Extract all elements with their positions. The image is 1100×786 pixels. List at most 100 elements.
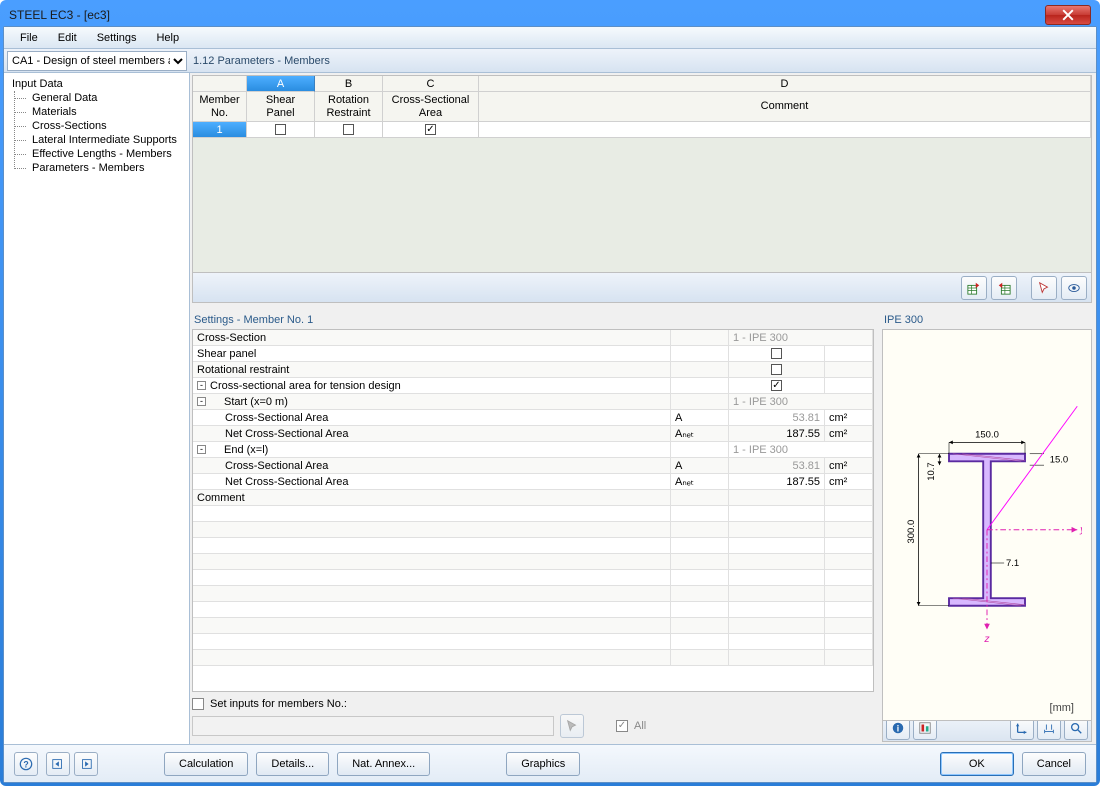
settings-row-empty — [193, 522, 873, 538]
tree-item-materials[interactable]: Materials — [22, 105, 183, 119]
row1-comment-cell[interactable] — [479, 122, 1091, 138]
row1-csa-checkbox[interactable] — [425, 124, 436, 135]
settings-row-empty — [193, 506, 873, 522]
settings-checkbox[interactable] — [771, 348, 782, 359]
settings-row-empty — [193, 554, 873, 570]
close-icon — [1062, 9, 1074, 21]
menu-help[interactable]: Help — [146, 29, 189, 47]
settings-sym — [671, 378, 729, 393]
ok-button[interactable]: OK — [940, 752, 1014, 776]
settings-row-empty — [193, 618, 873, 634]
body: Input Data General Data Materials Cross-… — [4, 73, 1096, 744]
settings-sym — [671, 394, 729, 409]
close-button[interactable] — [1045, 5, 1091, 25]
settings-sym — [671, 490, 729, 505]
help-button[interactable]: ? — [14, 752, 38, 776]
settings-row-empty — [193, 602, 873, 618]
settings-checkbox[interactable] — [771, 364, 782, 375]
settings-val[interactable]: 53.81 — [729, 458, 825, 473]
app-window: STEEL EC3 - [ec3] File Edit Settings Hel… — [0, 0, 1100, 786]
section-diagram: 150.0 15.0 10.7 — [892, 380, 1082, 670]
settings-val[interactable]: 1 - IPE 300 — [729, 394, 873, 409]
settings-row[interactable]: Net Cross-Sectional AreaAₙₑₜ187.55cm² — [193, 426, 873, 442]
tree-item-lateral-supports[interactable]: Lateral Intermediate Supports — [22, 133, 183, 147]
settings-grid[interactable]: Cross-Section1 - IPE 300Shear panelRotat… — [192, 329, 874, 692]
calculation-button[interactable]: Calculation — [164, 752, 248, 776]
settings-panel: Settings - Member No. 1 Cross-Section1 -… — [192, 311, 874, 742]
settings-val[interactable] — [729, 490, 825, 505]
row1-csa-cell[interactable] — [383, 122, 479, 138]
settings-val[interactable]: 187.55 — [729, 474, 825, 489]
row1-shear-cell[interactable] — [247, 122, 315, 138]
settings-sym — [671, 442, 729, 457]
pick-member-button[interactable] — [1031, 276, 1057, 300]
settings-row[interactable]: Cross-Sectional AreaA53.81cm² — [193, 458, 873, 474]
pick-members-button[interactable] — [560, 714, 584, 738]
members-grid[interactable]: A B C D Member No. Shear Panel Rotation … — [192, 75, 1092, 273]
settings-row[interactable]: Rotational restraint — [193, 362, 873, 378]
settings-val[interactable]: 1 - IPE 300 — [729, 442, 873, 457]
settings-label: -Cross-sectional area for tension design — [193, 378, 671, 393]
settings-row[interactable]: Cross-Sectional AreaA53.81cm² — [193, 410, 873, 426]
col-A-letter[interactable]: A — [247, 76, 315, 92]
export-table-button[interactable] — [961, 276, 987, 300]
settings-val[interactable]: 1 - IPE 300 — [729, 330, 873, 345]
tree-item-cross-sections[interactable]: Cross-Sections — [22, 119, 183, 133]
row1-rot-checkbox[interactable] — [343, 124, 354, 135]
settings-row[interactable]: -End (x=l)1 - IPE 300 — [193, 442, 873, 458]
cancel-button[interactable]: Cancel — [1022, 752, 1086, 776]
settings-row[interactable]: Cross-Section1 - IPE 300 — [193, 330, 873, 346]
tree-item-general[interactable]: General Data — [22, 91, 183, 105]
set-inputs-checkbox[interactable] — [192, 698, 204, 710]
axis-y: y — [1079, 525, 1082, 536]
settings-row[interactable]: Comment — [193, 490, 873, 506]
set-inputs-label: Set inputs for members No.: — [210, 698, 347, 710]
settings-val[interactable]: 53.81 — [729, 410, 825, 425]
settings-sym — [671, 362, 729, 377]
settings-unit — [825, 490, 873, 505]
menu-settings[interactable]: Settings — [87, 29, 147, 47]
settings-row-empty — [193, 570, 873, 586]
settings-check-cell[interactable] — [729, 378, 825, 393]
settings-row[interactable]: -Cross-sectional area for tension design — [193, 378, 873, 394]
settings-row[interactable]: Shear panel — [193, 346, 873, 362]
settings-check-cell[interactable] — [729, 362, 825, 377]
nat-annex-button[interactable]: Nat. Annex... — [337, 752, 430, 776]
col-C-letter[interactable]: C — [383, 76, 479, 92]
next-button[interactable] — [74, 752, 98, 776]
sidebar[interactable]: Input Data General Data Materials Cross-… — [4, 73, 190, 744]
settings-checkbox[interactable] — [771, 380, 782, 391]
row1-rot-cell[interactable] — [315, 122, 383, 138]
settings-row[interactable]: -Start (x=0 m)1 - IPE 300 — [193, 394, 873, 410]
menu-file[interactable]: File — [10, 29, 48, 47]
graphics-button[interactable]: Graphics — [506, 752, 580, 776]
tree-item-effective-lengths[interactable]: Effective Lengths - Members — [22, 147, 183, 161]
menu-edit[interactable]: Edit — [48, 29, 87, 47]
import-table-button[interactable] — [991, 276, 1017, 300]
view-button[interactable] — [1061, 276, 1087, 300]
settings-check-cell[interactable] — [729, 346, 825, 361]
help-icon: ? — [19, 757, 33, 771]
stress-icon — [918, 721, 932, 735]
tree-root[interactable]: Input Data — [10, 77, 183, 91]
row1-shear-checkbox[interactable] — [275, 124, 286, 135]
panel-title: 1.12 Parameters - Members — [187, 55, 330, 67]
all-label: All — [634, 720, 646, 732]
col-B-letter[interactable]: B — [315, 76, 383, 92]
footer: ? Calculation Details... Nat. Annex... G… — [4, 744, 1096, 782]
settings-row-empty — [193, 538, 873, 554]
zoom-icon — [1069, 721, 1083, 735]
main-panel: A B C D Member No. Shear Panel Rotation … — [190, 73, 1096, 744]
set-inputs-field[interactable] — [192, 716, 554, 736]
settings-row[interactable]: Net Cross-Sectional AreaAₙₑₜ187.55cm² — [193, 474, 873, 490]
row1-no[interactable]: 1 — [193, 122, 247, 138]
details-button[interactable]: Details... — [256, 752, 329, 776]
col-D-letter[interactable]: D — [479, 76, 1091, 92]
all-checkbox[interactable] — [616, 720, 628, 732]
settings-val[interactable]: 187.55 — [729, 426, 825, 441]
case-selector[interactable]: CA1 - Design of steel members a — [7, 51, 187, 71]
tree-item-parameters-members[interactable]: Parameters - Members — [22, 161, 183, 175]
lower-panels: Settings - Member No. 1 Cross-Section1 -… — [192, 311, 1092, 742]
export-icon — [967, 281, 981, 295]
prev-button[interactable] — [46, 752, 70, 776]
